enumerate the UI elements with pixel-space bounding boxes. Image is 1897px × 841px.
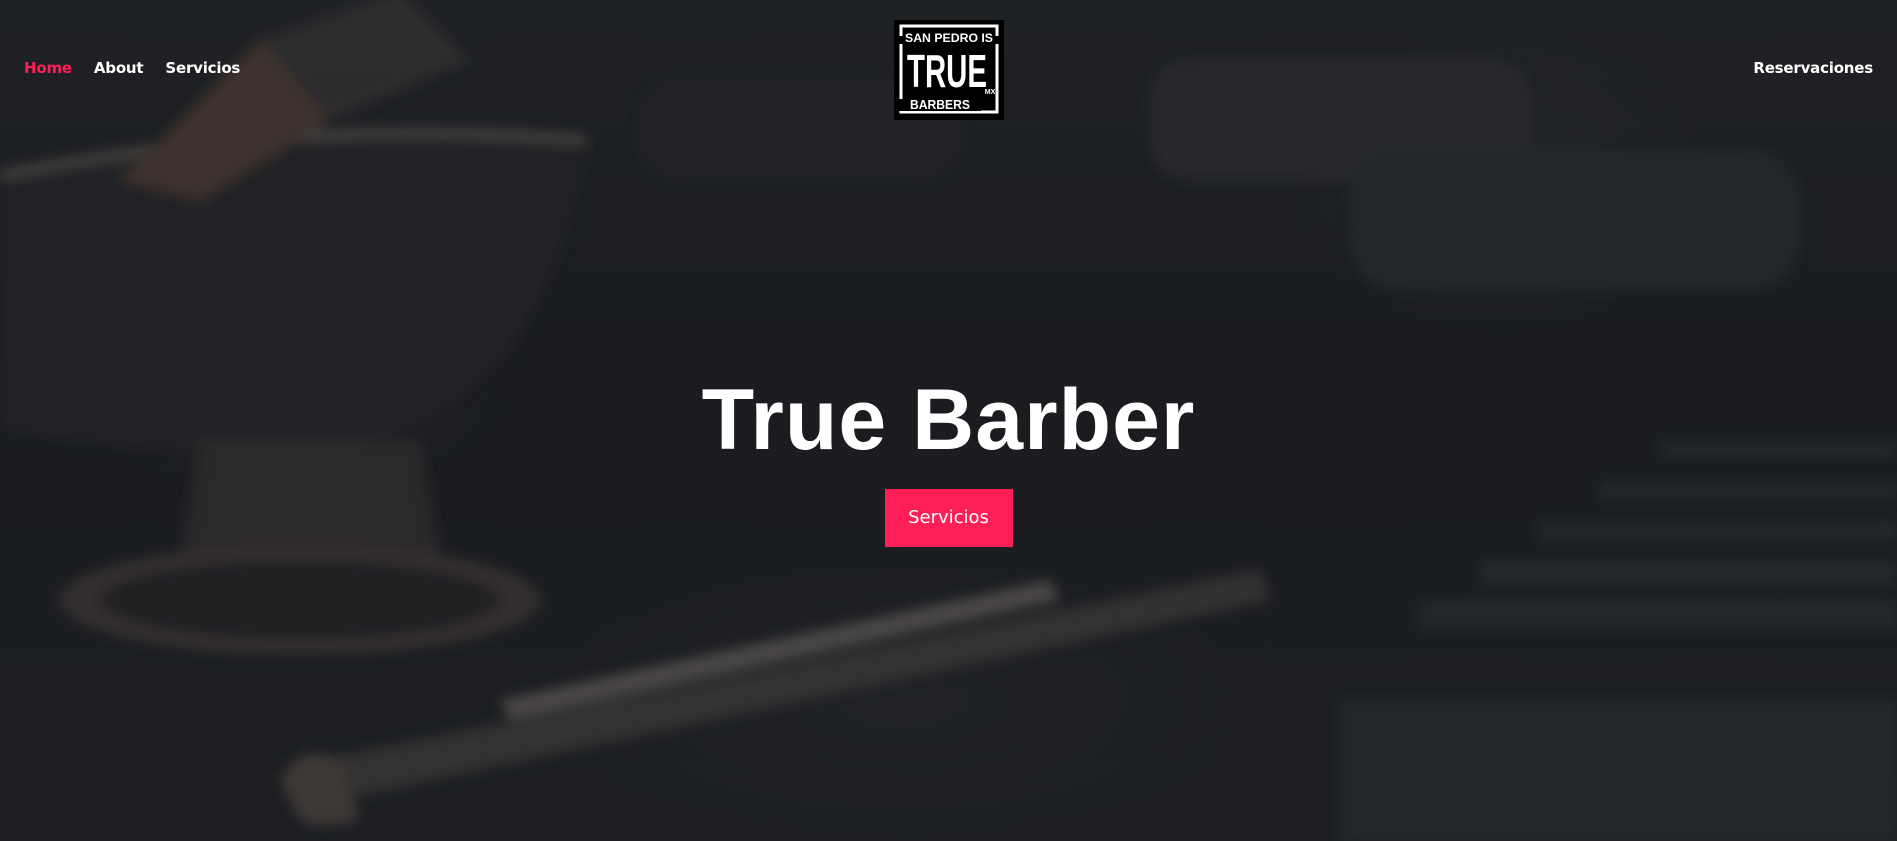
hero-title: True Barber [701, 372, 1196, 468]
main-navigation: Home About Servicios SAN PEDRO IS TRUE M… [0, 0, 1897, 140]
logo-line-3: BARBERS [910, 97, 970, 112]
nav-link-home[interactable]: Home [24, 59, 72, 77]
site-logo[interactable]: SAN PEDRO IS TRUE MX BARBERS [894, 20, 1004, 120]
logo-line-1: SAN PEDRO IS [905, 31, 993, 45]
nav-link-servicios[interactable]: Servicios [165, 59, 240, 77]
hero-section: Home About Servicios SAN PEDRO IS TRUE M… [0, 0, 1897, 841]
logo-line-2: TRUE [907, 45, 987, 97]
nav-links: Home About Servicios [24, 59, 240, 77]
servicios-button[interactable]: Servicios [884, 489, 1013, 547]
hero-content: True Barber Servicios [0, 370, 1897, 547]
nav-right: Reservaciones [1753, 59, 1873, 78]
logo-tag: MX [985, 89, 996, 96]
nav-link-reservaciones[interactable]: Reservaciones [1753, 59, 1873, 77]
nav-link-about[interactable]: About [94, 59, 144, 77]
logo-graphic: SAN PEDRO IS TRUE MX BARBERS [894, 20, 1004, 120]
